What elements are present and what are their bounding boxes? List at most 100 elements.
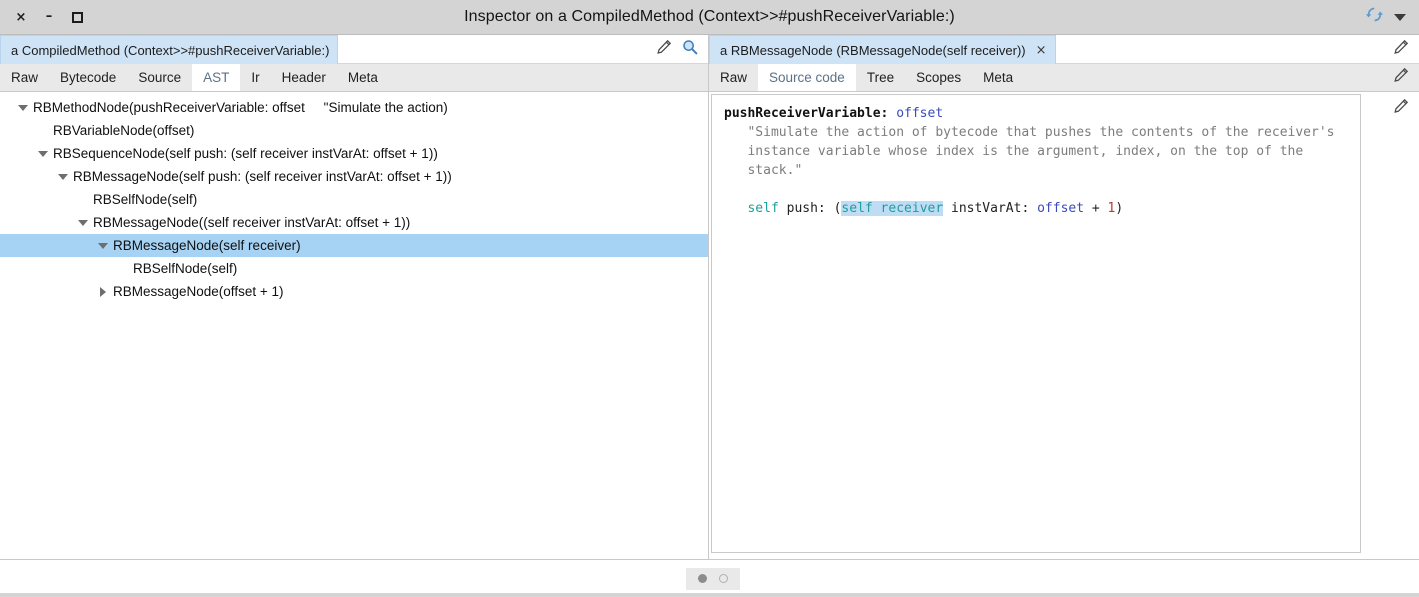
pagination-dot-inactive[interactable]: [719, 574, 728, 583]
tab-label: Scopes: [916, 70, 962, 85]
tree-row[interactable]: RBMethodNode(pushReceiverVariable: offse…: [0, 96, 708, 119]
method-comment-line-2: instance variable whose index is the arg…: [747, 144, 1304, 159]
code-highlight-text: self receiver: [841, 201, 944, 216]
tab-meta[interactable]: Meta: [337, 64, 389, 91]
left-breadcrumb-row: a CompiledMethod (Context>>#pushReceiver…: [0, 35, 708, 64]
pane-container: a CompiledMethod (Context>>#pushReceiver…: [0, 35, 1419, 559]
tree-row[interactable]: RBSelfNode(self): [0, 188, 708, 211]
tab-label: Header: [281, 70, 326, 85]
tab-ir[interactable]: Ir: [240, 64, 270, 91]
title-bar: × – Inspector on a CompiledMethod (Conte…: [0, 0, 1419, 34]
inspector-body: a CompiledMethod (Context>>#pushReceiver…: [0, 34, 1419, 597]
code-highlighted-selection[interactable]: self receiver: [841, 201, 944, 216]
breadcrumb-tab-compiled-method[interactable]: a CompiledMethod (Context>>#pushReceiver…: [0, 35, 339, 64]
tab-label: Source code: [769, 70, 845, 85]
chevron-right-icon[interactable]: [96, 286, 110, 297]
right-breadcrumb-row: a RBMessageNode (RBMessageNode(self rece…: [709, 35, 1419, 64]
tab-ast[interactable]: AST: [192, 64, 241, 91]
window-title: Inspector on a CompiledMethod (Context>>…: [464, 8, 955, 25]
chevron-down-icon[interactable]: [76, 219, 90, 226]
close-icon[interactable]: ×: [14, 10, 28, 24]
tab-label: Meta: [347, 70, 378, 85]
tree-row-label: RBMethodNode(pushReceiverVariable: offse…: [33, 100, 448, 115]
chevron-down-icon[interactable]: [16, 104, 30, 111]
code-message-send: push: (: [778, 201, 842, 216]
bottom-bar: [0, 559, 1419, 597]
code-operator: +: [1084, 201, 1108, 216]
window-bottom-edge: [0, 593, 1419, 597]
tree-row-label: RBMessageNode((self receiver instVarAt: …: [93, 215, 411, 230]
breadcrumb-label: a RBMessageNode (RBMessageNode(self rece…: [720, 42, 1026, 58]
left-breadcrumb-icons: [646, 35, 708, 63]
method-comment-line-1: "Simulate the action of bytecode that pu…: [747, 125, 1335, 140]
tree-row[interactable]: RBSelfNode(self): [0, 257, 708, 280]
right-breadcrumb-icons: [1383, 35, 1419, 63]
right-pane: a RBMessageNode (RBMessageNode(self rece…: [709, 35, 1419, 559]
right-tabs: Raw Source code Tree Scopes Meta: [709, 64, 1024, 91]
right-tab-spacer: [1024, 64, 1383, 91]
tab-raw[interactable]: Raw: [0, 64, 49, 91]
tab-raw[interactable]: Raw: [709, 64, 758, 91]
tree-row-label: RBMessageNode(self push: (self receiver …: [73, 169, 452, 184]
pencil-icon[interactable]: [1393, 67, 1409, 88]
tab-label: Source: [138, 70, 182, 85]
tree-row-label: RBSequenceNode(self push: (self receiver…: [53, 146, 438, 161]
chevron-down-icon[interactable]: [56, 173, 70, 180]
tab-source-code[interactable]: Source code: [758, 64, 856, 91]
method-selector: pushReceiverVariable:: [724, 106, 889, 121]
inspector-window: × – Inspector on a CompiledMethod (Conte…: [0, 0, 1419, 597]
chevron-down-icon[interactable]: [36, 150, 50, 157]
tab-label: Raw: [11, 70, 39, 85]
title-bar-actions: [1365, 0, 1419, 34]
tab-bytecode[interactable]: Bytecode: [49, 64, 127, 91]
breadcrumb-tab-message-node[interactable]: a RBMessageNode (RBMessageNode(self rece…: [709, 35, 1056, 64]
tree-row[interactable]: RBSequenceNode(self push: (self receiver…: [0, 142, 708, 165]
breadcrumb-spacer: [338, 35, 646, 63]
left-tab-strip: Raw Bytecode Source AST Ir Header Meta: [0, 64, 708, 92]
chevron-down-icon[interactable]: [1394, 13, 1406, 21]
tab-label: Ir: [251, 70, 260, 85]
tree-row[interactable]: RBMessageNode(self receiver): [0, 234, 708, 257]
tree-row-label: RBMessageNode(offset + 1): [113, 284, 284, 299]
code-variable-offset: offset: [1037, 201, 1085, 216]
code-instvarat-keyword: instVarAt:: [943, 201, 1038, 216]
tree-row-label: RBMessageNode(self receiver): [113, 238, 301, 253]
sync-icon[interactable]: [1365, 5, 1384, 29]
pencil-icon[interactable]: [1393, 98, 1409, 119]
pencil-icon[interactable]: [1393, 39, 1409, 60]
right-tab-icons: [1383, 64, 1419, 91]
tab-header[interactable]: Header: [271, 64, 337, 91]
left-pane: a CompiledMethod (Context>>#pushReceiver…: [0, 35, 709, 559]
breadcrumb-label: a CompiledMethod (Context>>#pushReceiver…: [11, 42, 330, 58]
code-self-keyword: self: [747, 201, 779, 216]
breadcrumb-spacer: [1056, 35, 1383, 63]
method-argument: offset: [896, 106, 944, 121]
left-tab-spacer: [389, 64, 708, 91]
tab-source[interactable]: Source: [127, 64, 192, 91]
pencil-icon[interactable]: [656, 39, 672, 60]
tab-label: Tree: [866, 70, 895, 85]
tab-tree[interactable]: Tree: [856, 64, 905, 91]
tree-row[interactable]: RBMessageNode(self push: (self receiver …: [0, 165, 708, 188]
left-tabs: Raw Bytecode Source AST Ir Header Meta: [0, 64, 389, 91]
minimize-icon[interactable]: –: [42, 9, 56, 23]
tab-label: AST: [203, 70, 230, 85]
tab-label: Meta: [983, 70, 1014, 85]
ast-tree-container: RBMethodNode(pushReceiverVariable: offse…: [0, 92, 708, 559]
chevron-down-icon[interactable]: [96, 242, 110, 249]
tab-meta[interactable]: Meta: [972, 64, 1024, 91]
tree-row[interactable]: RBMessageNode((self receiver instVarAt: …: [0, 211, 708, 234]
magnifier-icon[interactable]: [682, 39, 698, 60]
source-code-text[interactable]: pushReceiverVariable: offset "Simulate t…: [712, 95, 1360, 227]
maximize-icon[interactable]: [70, 10, 84, 24]
tree-row[interactable]: RBMessageNode(offset + 1): [0, 280, 708, 303]
source-code-editor[interactable]: pushReceiverVariable: offset "Simulate t…: [711, 94, 1361, 553]
tab-scopes[interactable]: Scopes: [905, 64, 972, 91]
pagination-dots[interactable]: [686, 567, 740, 590]
close-icon[interactable]: ×: [1036, 44, 1047, 57]
tree-row-label: RBSelfNode(self): [93, 192, 198, 207]
tree-row[interactable]: RBVariableNode(offset): [0, 119, 708, 142]
tree-row-label: RBSelfNode(self): [133, 261, 238, 276]
pagination-dot-active[interactable]: [698, 574, 707, 583]
tab-label: Bytecode: [60, 70, 117, 85]
